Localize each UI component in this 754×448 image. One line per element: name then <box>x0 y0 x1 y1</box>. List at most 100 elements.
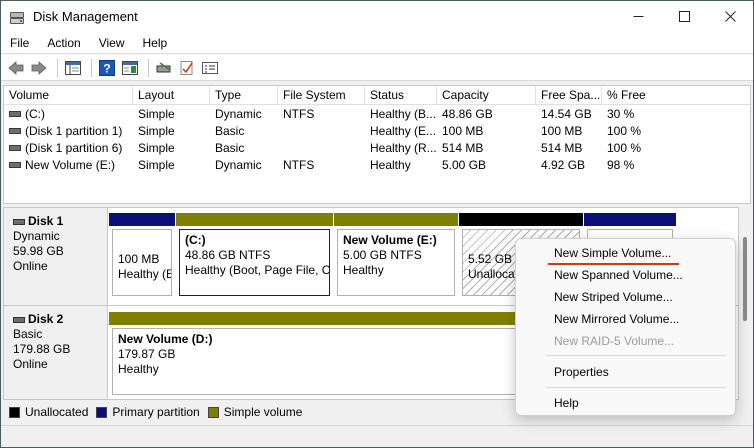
menu-item-new-spanned-volume[interactable]: New Spanned Volume... <box>554 265 683 285</box>
menu-separator <box>546 355 726 356</box>
disk-management-app-icon <box>9 9 25 25</box>
menu-action[interactable]: Action <box>38 32 89 54</box>
partition-title: New Volume (E:) <box>343 233 437 247</box>
graphical-view-scrollbar[interactable] <box>739 207 751 400</box>
toolbar-separator <box>57 58 58 77</box>
volume-row[interactable]: (Disk 1 partition 1) Simple Basic Healthy (… <box>4 123 750 140</box>
legend-label: Unallocated <box>25 405 89 419</box>
menu-item-properties[interactable]: Properties <box>554 362 609 382</box>
cell-percent-free: 30 % <box>607 107 635 121</box>
column-header-layout[interactable]: Layout <box>133 86 210 105</box>
cell-status: Healthy (R... <box>370 141 437 155</box>
column-header-type[interactable]: Type <box>210 86 278 105</box>
cell-type: Dynamic <box>215 107 262 121</box>
toolbar: ? <box>1 55 753 81</box>
menu-item-new-striped-volume[interactable]: New Striped Volume... <box>554 287 673 307</box>
menu-view[interactable]: View <box>90 32 134 54</box>
scrollbar-thumb[interactable] <box>743 237 747 321</box>
status-bar <box>1 425 753 447</box>
volume-name: (Disk 1 partition 1) <box>25 124 123 138</box>
menu-item-new-mirrored-volume[interactable]: New Mirrored Volume... <box>554 309 679 329</box>
properties-button[interactable] <box>200 58 220 78</box>
connect-disk-button[interactable] <box>154 58 174 78</box>
menu-help[interactable]: Help <box>134 32 177 54</box>
help-button[interactable]: ? <box>97 58 117 78</box>
back-arrow-icon <box>8 60 24 75</box>
partition-status: Healthy (Boot, Page File, Crash Dump) <box>185 263 330 277</box>
menu-separator <box>546 387 726 388</box>
toolbar-separator <box>91 58 92 77</box>
volume-icon <box>9 127 21 134</box>
partition-bar-primary <box>109 213 175 226</box>
cell-file-system: NTFS <box>283 158 315 172</box>
forward-button[interactable] <box>29 58 49 78</box>
close-icon <box>724 11 736 22</box>
help-icon: ? <box>99 59 115 76</box>
volume-icon <box>9 144 21 151</box>
cell-status: Healthy (E... <box>370 124 437 138</box>
disk-type: Dynamic <box>13 229 60 243</box>
context-menu: New Simple Volume... New Spanned Volume.… <box>515 238 736 416</box>
partition-bar-unallocated <box>459 213 583 226</box>
cell-status: Healthy (B... <box>370 107 437 121</box>
column-header-volume[interactable]: Volume <box>4 86 133 105</box>
show-hide-action-pane-button[interactable] <box>120 58 140 78</box>
partition-size: 48.86 GB NTFS <box>185 248 271 262</box>
disk-icon <box>13 316 25 323</box>
cell-percent-free: 98 % <box>607 158 635 172</box>
cell-percent-free: 100 % <box>607 124 642 138</box>
volume-row[interactable]: (C:) Simple Dynamic NTFS Healthy (B... 48.86 … <box>4 106 750 123</box>
cell-type: Basic <box>215 124 245 138</box>
cell-layout: Simple <box>138 124 175 138</box>
legend-label: Simple volume <box>223 405 303 419</box>
menu-item-new-simple-volume[interactable]: New Simple Volume... <box>554 243 671 263</box>
partition-e[interactable]: New Volume (E:) 5.00 GB NTFS Healthy <box>334 213 458 299</box>
column-header-file-system[interactable]: File System <box>278 86 365 105</box>
disk-2-label[interactable]: Disk 2 Basic 179.88 GB Online <box>4 306 108 399</box>
disk-icon <box>13 218 25 225</box>
menu-file[interactable]: File <box>1 32 38 54</box>
cell-free-space: 100 MB <box>541 124 583 138</box>
column-header-percent-free[interactable]: % Free <box>602 86 750 105</box>
cell-layout: Simple <box>138 158 175 172</box>
legend-primary-partition: Primary partition <box>96 405 200 419</box>
disk-state: Online <box>13 357 48 371</box>
cell-volume: (C:) <box>4 106 133 123</box>
volume-name: New Volume (E:) <box>25 158 116 172</box>
column-header-status[interactable]: Status <box>365 86 437 105</box>
disk-1-label[interactable]: Disk 1 Dynamic 59.98 GB Online <box>4 208 108 305</box>
column-header-capacity[interactable]: Capacity <box>437 86 536 105</box>
legend-swatch <box>9 406 20 418</box>
maximize-button[interactable] <box>661 1 707 32</box>
menu-item-help[interactable]: Help <box>554 393 579 413</box>
disk-name: Disk 2 <box>28 312 64 326</box>
disk-type: Basic <box>13 327 43 341</box>
cell-type: Basic <box>215 141 245 155</box>
cell-file-system: NTFS <box>283 107 315 121</box>
show-hide-console-tree-button[interactable] <box>63 58 83 78</box>
column-header-free-space[interactable]: Free Spa... <box>536 86 602 105</box>
cell-free-space: 514 MB <box>541 141 583 155</box>
partition-status: Healthy (EFI System Partition) <box>118 267 171 281</box>
back-button[interactable] <box>6 58 26 78</box>
close-button[interactable] <box>707 1 753 32</box>
minimize-button[interactable] <box>615 1 661 32</box>
volume-row[interactable]: (Disk 1 partition 6) Simple Basic Healthy (… <box>4 140 750 157</box>
legend-swatch <box>207 406 219 418</box>
menu-item-new-raid5-volume: New RAID-5 Volume... <box>554 334 675 348</box>
show-hide-console-tree-icon <box>65 60 81 75</box>
cell-percent-free: 100 % <box>607 141 642 155</box>
volume-row[interactable]: New Volume (E:) Simple Dynamic NTFS Healthy 5… <box>4 157 750 174</box>
partition-efi[interactable]: 100 MB Healthy (EFI System Partition) <box>109 213 175 299</box>
cell-capacity: 100 MB <box>442 124 484 138</box>
volume-list-header: Volume Layout Type File System Status Ca… <box>4 86 750 105</box>
disk-size: 59.98 GB <box>13 244 64 258</box>
partition-c[interactable]: (C:) 48.86 GB NTFS Healthy (Boot, Page F… <box>176 213 333 299</box>
window-controls <box>615 1 753 32</box>
check-disk-button[interactable] <box>177 58 197 78</box>
volume-name: (Disk 1 partition 6) <box>25 141 123 155</box>
volume-list[interactable]: Volume Layout Type File System Status Ca… <box>3 85 751 204</box>
cell-capacity: 514 MB <box>442 141 484 155</box>
cell-volume: (Disk 1 partition 6) <box>4 140 133 157</box>
menu-bar: File Action View Help <box>1 32 753 54</box>
